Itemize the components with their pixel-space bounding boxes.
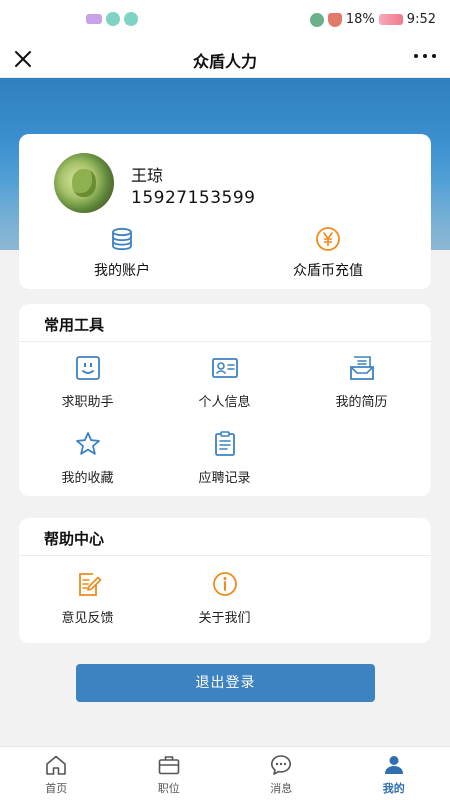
my-resume-button[interactable]: 我的简历 [293, 354, 430, 424]
tool-label: 应聘记录 [198, 471, 251, 486]
briefcase-icon [158, 756, 180, 775]
bottom-tab-bar: 首页 职位 消息 我的 [0, 746, 450, 800]
section-title: 帮助中心 [44, 530, 105, 548]
status-right: 18% 9:52 [309, 12, 436, 27]
recharge-label: 众盾币充值 [293, 263, 363, 279]
my-favorites-button[interactable]: 我的收藏 [19, 430, 156, 500]
nav-bar: 众盾人力 [0, 40, 450, 78]
help-center-card: 帮助中心 意见反馈 关于我们 [19, 518, 431, 643]
my-account-button[interactable]: 我的账户 [19, 226, 225, 284]
star-icon [75, 432, 100, 455]
section-title: 常用工具 [44, 316, 105, 334]
recharge-button[interactable]: 众盾币充值 [225, 226, 431, 284]
clipboard-icon [214, 431, 235, 456]
page-title: 众盾人力 [192, 52, 257, 71]
database-icon [112, 227, 132, 251]
user-phone: 15927153599 [131, 188, 256, 208]
app-notification-icon [124, 12, 138, 26]
my-account-label: 我的账户 [94, 263, 150, 279]
resume-icon [349, 356, 374, 380]
clock: 9:52 [406, 12, 436, 27]
tab-jobs[interactable]: 职位 [113, 747, 226, 800]
tab-label: 消息 [270, 782, 293, 795]
more-icon[interactable] [414, 54, 436, 58]
app-status-icon [309, 12, 324, 27]
user-name: 王琼 [131, 166, 164, 185]
tool-label: 求职助手 [61, 395, 114, 410]
divider [19, 555, 431, 556]
about-us-button[interactable]: 关于我们 [156, 570, 293, 640]
help-label: 意见反馈 [61, 611, 114, 626]
tab-mine[interactable]: 我的 [338, 747, 450, 800]
app-notification-icon [86, 14, 102, 24]
tab-label: 职位 [157, 782, 180, 795]
application-records-button[interactable]: 应聘记录 [156, 430, 293, 500]
battery-percent: 18% [345, 12, 375, 27]
info-icon [212, 572, 237, 596]
divider [19, 341, 431, 342]
avatar[interactable] [54, 153, 114, 213]
feedback-button[interactable]: 意见反馈 [19, 570, 156, 640]
yen-coin-icon [316, 227, 340, 251]
tab-label: 首页 [45, 782, 68, 795]
feedback-icon [78, 573, 101, 596]
bell-icon [327, 12, 342, 27]
personal-info-button[interactable]: 个人信息 [156, 354, 293, 424]
notification-icons [86, 12, 138, 26]
status-bar: 18% 9:52 [0, 0, 450, 40]
battery-icon [378, 14, 403, 25]
tool-label: 个人信息 [198, 395, 251, 410]
tab-messages[interactable]: 消息 [225, 747, 338, 800]
tab-label: 我的 [382, 782, 405, 795]
id-card-icon [211, 358, 238, 378]
tool-label: 我的收藏 [61, 471, 114, 486]
common-tools-card: 常用工具 求职助手 个人信息 我的简历 我的收藏 应聘记录 [19, 304, 431, 496]
smile-icon [75, 356, 100, 380]
tool-label: 我的简历 [335, 395, 388, 410]
chat-icon [271, 755, 292, 775]
job-assistant-button[interactable]: 求职助手 [19, 354, 156, 424]
profile-card: 王琼 15927153599 我的账户 众盾币充值 [19, 134, 431, 289]
user-icon [384, 756, 403, 774]
home-icon [46, 755, 67, 775]
tab-home[interactable]: 首页 [0, 747, 113, 800]
help-label: 关于我们 [198, 611, 251, 626]
logout-button[interactable]: 退出登录 [76, 664, 375, 702]
app-notification-icon [106, 12, 120, 26]
